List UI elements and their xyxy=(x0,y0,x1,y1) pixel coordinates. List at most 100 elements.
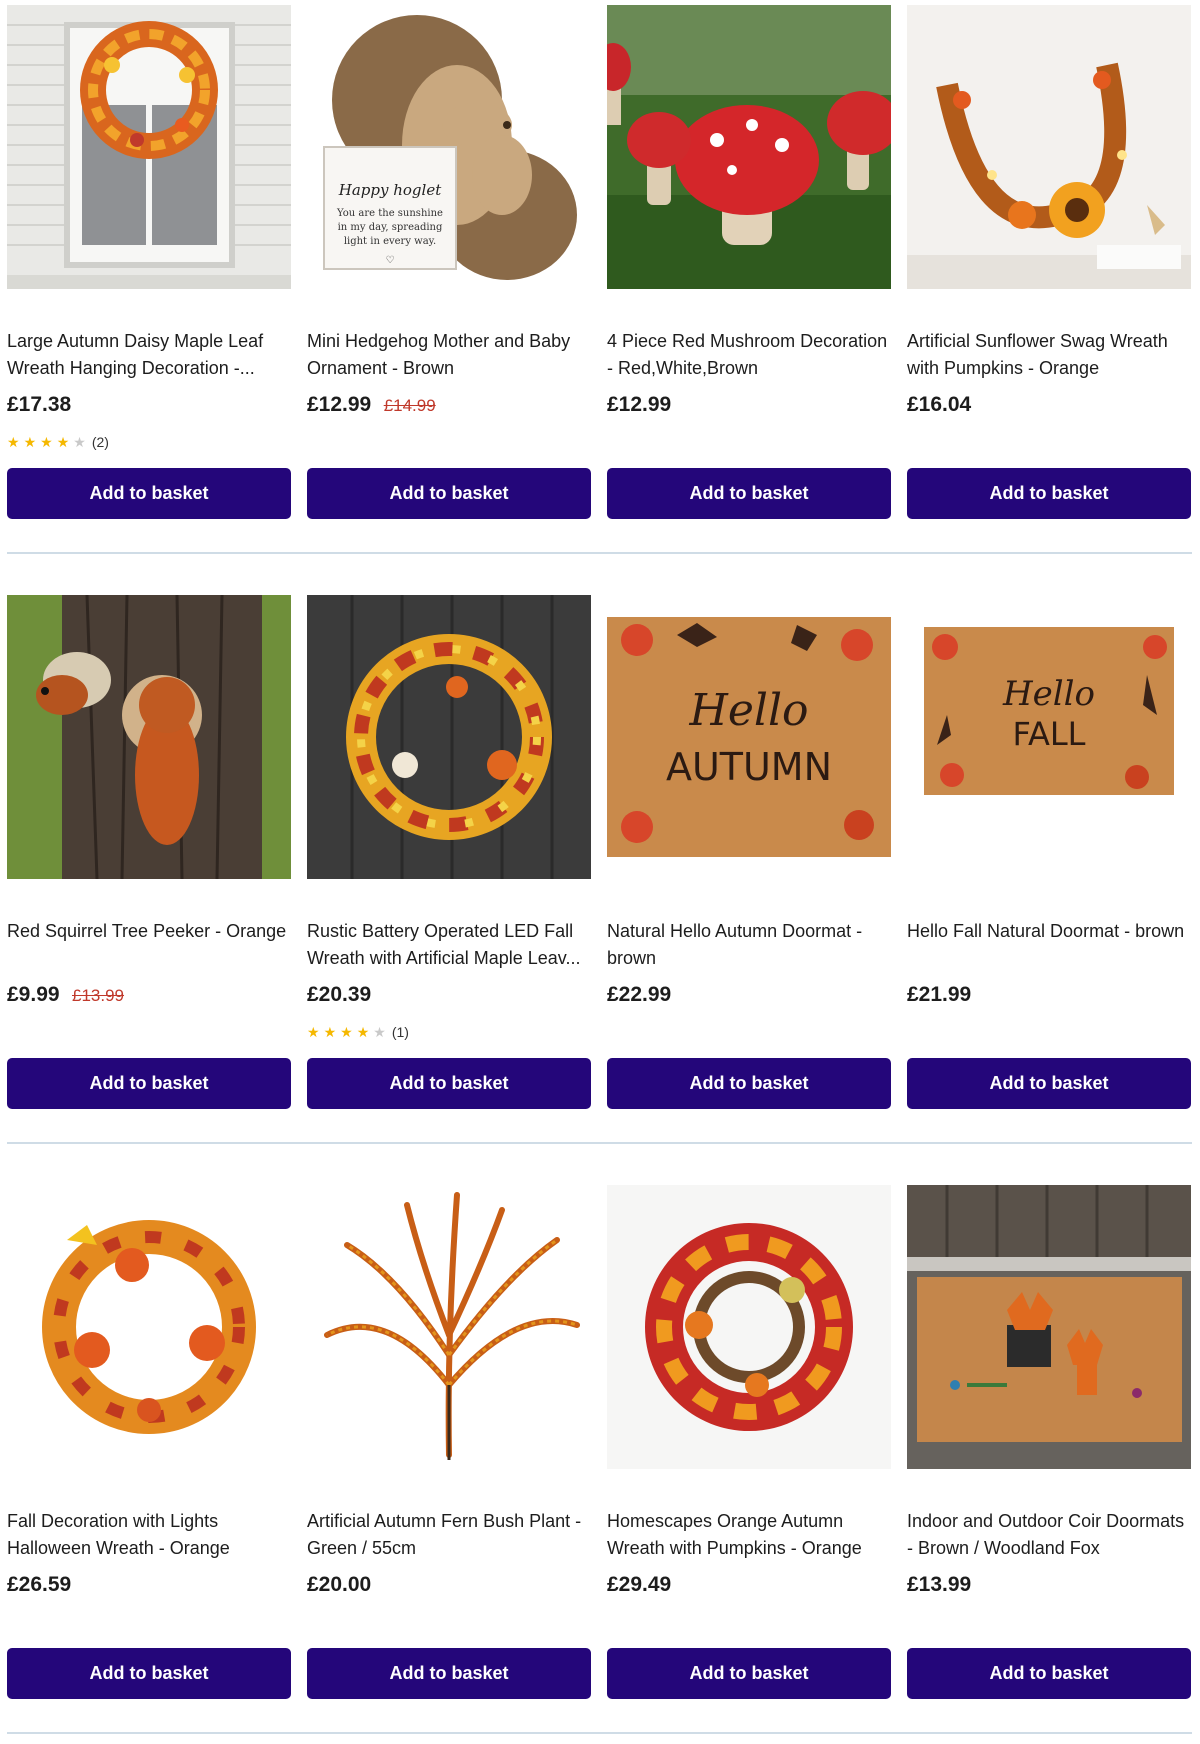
product-image[interactable] xyxy=(607,5,891,289)
add-to-basket-button[interactable]: Add to basket xyxy=(907,1058,1191,1109)
product-rating: ★ ★ ★ ★ ★ (1) xyxy=(307,1021,409,1043)
product-image[interactable] xyxy=(7,1185,291,1469)
star-icon: ★ xyxy=(40,434,53,450)
product-card[interactable]: Red Squirrel Tree Peeker - Orange £9.99 … xyxy=(7,595,291,1110)
product-title[interactable]: Fall Decoration with Lights Halloween Wr… xyxy=(7,1508,291,1562)
price-line: £29.49 xyxy=(607,1573,671,1603)
card-text: light in every way. xyxy=(344,236,436,247)
product-title[interactable]: Indoor and Outdoor Coir Doormats - Brown… xyxy=(907,1508,1191,1562)
price-line: £12.99 xyxy=(607,393,671,423)
star-icon: ★ xyxy=(356,1024,370,1040)
price-line: £20.00 xyxy=(307,1573,371,1603)
product-image[interactable]: Happy hoglet You are the sunshine in my … xyxy=(307,5,591,289)
product-title[interactable]: Homescapes Orange Autumn Wreath with Pum… xyxy=(607,1508,891,1562)
product-image[interactable]: Hello FALL xyxy=(907,595,1191,879)
was-price: £14.99 xyxy=(383,396,436,415)
product-row: Large Autumn Daisy Maple Leaf Wreath Han… xyxy=(7,5,1192,520)
add-to-basket-button[interactable]: Add to basket xyxy=(7,468,291,519)
doormat-text: Hello xyxy=(688,685,808,736)
product-price: £16.04 xyxy=(907,393,972,416)
product-rating: ★ ★ ★ ★ ★ (2) xyxy=(7,431,109,453)
add-to-basket-button[interactable]: Add to basket xyxy=(7,1058,291,1109)
woodland-fox-doormat-image xyxy=(907,1185,1191,1469)
product-price: £17.38 xyxy=(7,393,72,416)
price-line: £13.99 xyxy=(907,1573,971,1603)
add-to-basket-button[interactable]: Add to basket xyxy=(607,468,891,519)
product-row: Red Squirrel Tree Peeker - Orange £9.99 … xyxy=(7,595,1192,1110)
product-title[interactable]: Natural Hello Autumn Doormat - brown xyxy=(607,918,891,972)
star-icon: ★ xyxy=(73,434,86,450)
product-title[interactable]: 4 Piece Red Mushroom Decoration - Red,Wh… xyxy=(607,328,891,382)
product-price: £21.99 xyxy=(907,983,972,1006)
add-to-basket-button[interactable]: Add to basket xyxy=(607,1648,891,1699)
sunflower-swag-image xyxy=(907,5,1191,289)
product-image[interactable] xyxy=(7,5,291,289)
product-title[interactable]: Rustic Battery Operated LED Fall Wreath … xyxy=(307,918,591,972)
product-image[interactable] xyxy=(307,595,591,879)
product-title[interactable]: Artificial Sunflower Swag Wreath with Pu… xyxy=(907,328,1191,382)
fall-lights-wreath-image xyxy=(7,1185,291,1469)
hedgehog-ornament-image: Happy hoglet You are the sunshine in my … xyxy=(307,5,591,289)
doormat-text: AUTUMN xyxy=(666,745,832,789)
product-image[interactable] xyxy=(307,1185,591,1469)
product-title[interactable]: Mini Hedgehog Mother and Baby Ornament -… xyxy=(307,328,591,382)
price-line: £16.04 xyxy=(907,393,971,423)
autumn-wreath-on-window-image xyxy=(7,5,291,289)
add-to-basket-button[interactable]: Add to basket xyxy=(307,468,591,519)
add-to-basket-button[interactable]: Add to basket xyxy=(307,1648,591,1699)
product-card[interactable]: Large Autumn Daisy Maple Leaf Wreath Han… xyxy=(7,5,291,520)
product-price: £29.49 xyxy=(607,1573,672,1596)
card-text: in my day, spreading xyxy=(338,222,443,233)
add-to-basket-button[interactable]: Add to basket xyxy=(7,1648,291,1699)
price-line: £17.38 xyxy=(7,393,71,423)
rustic-led-wreath-image xyxy=(307,595,591,879)
price-line: £12.99 £14.99 xyxy=(307,393,436,423)
add-to-basket-button[interactable]: Add to basket xyxy=(907,468,1191,519)
orange-autumn-wreath-image xyxy=(607,1185,891,1469)
card-text: Happy hoglet xyxy=(338,181,442,199)
product-card[interactable]: 4 Piece Red Mushroom Decoration - Red,Wh… xyxy=(607,5,891,520)
price-line: £26.59 xyxy=(7,1573,71,1603)
product-title[interactable]: Red Squirrel Tree Peeker - Orange xyxy=(7,918,291,945)
star-icon: ★ xyxy=(323,1024,337,1040)
product-grid: Large Autumn Daisy Maple Leaf Wreath Han… xyxy=(0,0,1200,1744)
product-card[interactable]: Rustic Battery Operated LED Fall Wreath … xyxy=(307,595,591,1110)
fern-bush-image xyxy=(307,1185,591,1469)
product-price: £9.99 xyxy=(7,983,60,1006)
product-title[interactable]: Artificial Autumn Fern Bush Plant - Gree… xyxy=(307,1508,591,1562)
star-icon: ★ xyxy=(56,434,70,450)
product-title[interactable]: Large Autumn Daisy Maple Leaf Wreath Han… xyxy=(7,328,291,382)
product-image[interactable]: Hello AUTUMN xyxy=(607,595,891,879)
product-card[interactable]: Artificial Sunflower Swag Wreath with Pu… xyxy=(907,5,1191,520)
product-card[interactable]: Fall Decoration with Lights Halloween Wr… xyxy=(7,1185,291,1700)
row-divider xyxy=(7,552,1192,554)
product-image[interactable] xyxy=(607,1185,891,1469)
product-card[interactable]: Indoor and Outdoor Coir Doormats - Brown… xyxy=(907,1185,1191,1700)
product-card[interactable]: Homescapes Orange Autumn Wreath with Pum… xyxy=(607,1185,891,1700)
row-divider xyxy=(7,1732,1192,1734)
row-divider xyxy=(7,1142,1192,1144)
was-price: £13.99 xyxy=(72,986,125,1005)
add-to-basket-button[interactable]: Add to basket xyxy=(907,1648,1191,1699)
product-image[interactable] xyxy=(7,595,291,879)
doormat-text: Hello xyxy=(1002,674,1095,714)
doormat-text: FALL xyxy=(1012,715,1085,753)
product-title[interactable]: Hello Fall Natural Doormat - brown xyxy=(907,918,1191,945)
product-image[interactable] xyxy=(907,1185,1191,1469)
price-line: £9.99 £13.99 xyxy=(7,983,124,1013)
add-to-basket-button[interactable]: Add to basket xyxy=(607,1058,891,1109)
product-card[interactable]: Hello AUTUMN Natural Hello Autumn Doorma… xyxy=(607,595,891,1110)
product-card[interactable]: Happy hoglet You are the sunshine in my … xyxy=(307,5,591,520)
red-mushroom-image xyxy=(607,5,891,289)
product-image[interactable] xyxy=(907,5,1191,289)
product-card[interactable]: Hello FALL Hello Fall Natural Doormat - … xyxy=(907,595,1191,1110)
product-price: £13.99 xyxy=(907,1573,972,1596)
price-line: £22.99 xyxy=(607,983,671,1013)
price-line: £20.39 xyxy=(307,983,371,1013)
add-to-basket-button[interactable]: Add to basket xyxy=(307,1058,591,1109)
hello-fall-doormat-image: Hello FALL xyxy=(907,595,1191,879)
star-icon: ★ xyxy=(23,434,37,450)
star-icon: ★ xyxy=(373,1024,386,1040)
rating-count: (2) xyxy=(91,434,109,450)
product-card[interactable]: Artificial Autumn Fern Bush Plant - Gree… xyxy=(307,1185,591,1700)
